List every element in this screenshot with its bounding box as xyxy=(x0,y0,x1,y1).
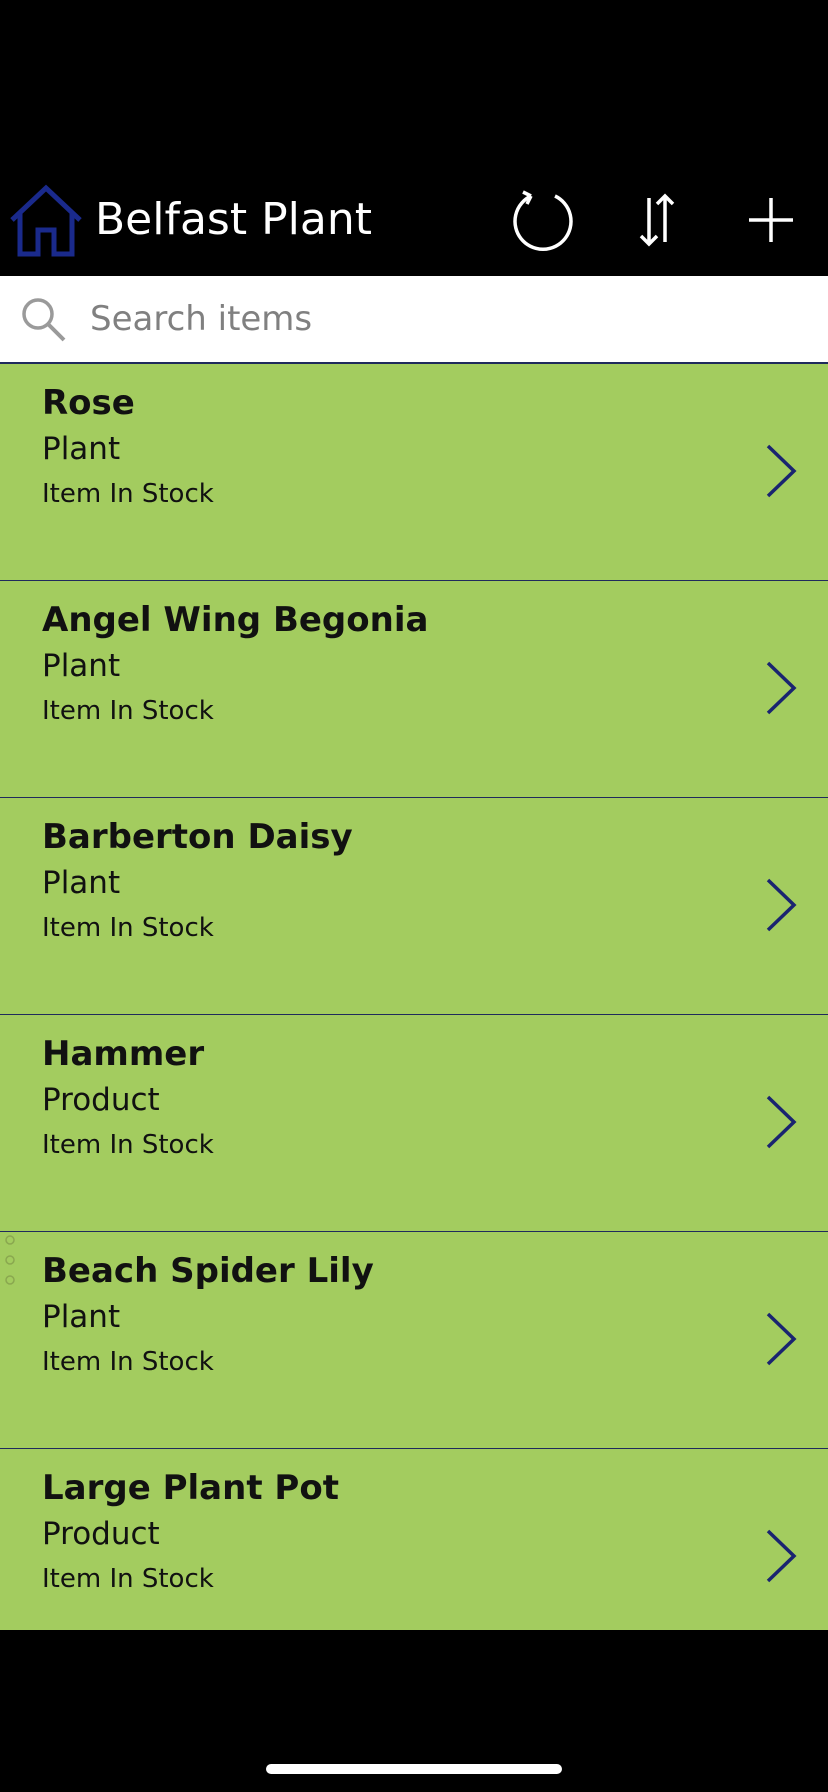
list-item[interactable]: Barberton Daisy Plant Item In Stock xyxy=(0,798,828,1015)
item-title: Large Plant Pot xyxy=(42,1468,339,1508)
sort-icon xyxy=(639,193,675,247)
item-title: Beach Spider Lily xyxy=(42,1251,374,1291)
item-title: Rose xyxy=(42,383,135,423)
drag-handle[interactable] xyxy=(4,1234,16,1286)
list-item[interactable]: Beach Spider Lily Plant Item In Stock xyxy=(0,1232,828,1449)
app-header: Belfast Plant xyxy=(0,160,828,276)
item-category: Product xyxy=(42,1082,160,1118)
chevron-right-icon[interactable] xyxy=(762,442,798,500)
item-title: Hammer xyxy=(42,1034,205,1074)
chevron-right-icon[interactable] xyxy=(762,1310,798,1368)
item-stock-status: Item In Stock xyxy=(42,1130,214,1160)
home-indicator[interactable] xyxy=(266,1764,562,1774)
search-icon xyxy=(22,298,66,342)
item-stock-status: Item In Stock xyxy=(42,696,214,726)
status-bar-area xyxy=(0,0,828,160)
item-stock-status: Item In Stock xyxy=(42,913,214,943)
item-category: Plant xyxy=(42,865,121,901)
add-icon xyxy=(749,198,793,242)
item-category: Plant xyxy=(42,431,121,467)
list-item[interactable]: Rose Plant Item In Stock xyxy=(0,364,828,581)
home-icon xyxy=(10,184,82,257)
sort-button[interactable] xyxy=(623,186,691,254)
item-category: Plant xyxy=(42,1299,121,1335)
chevron-right-icon[interactable] xyxy=(762,659,798,717)
item-title: Angel Wing Begonia xyxy=(42,600,429,640)
chevron-right-icon[interactable] xyxy=(762,876,798,934)
search-input[interactable] xyxy=(90,290,810,348)
add-button[interactable] xyxy=(737,186,805,254)
list-item[interactable]: Angel Wing Begonia Plant Item In Stock xyxy=(0,581,828,798)
item-category: Plant xyxy=(42,648,121,684)
item-category: Product xyxy=(42,1516,160,1552)
chevron-right-icon[interactable] xyxy=(762,1093,798,1151)
refresh-icon xyxy=(513,190,573,251)
items-gallery: Rose Plant Item In Stock Angel Wing Bego… xyxy=(0,364,828,1630)
item-stock-status: Item In Stock xyxy=(42,479,214,509)
search-bar xyxy=(0,276,828,364)
list-item[interactable]: Large Plant Pot Product Item In Stock xyxy=(0,1449,828,1630)
item-stock-status: Item In Stock xyxy=(42,1564,214,1594)
refresh-button[interactable] xyxy=(509,186,577,254)
chevron-right-icon[interactable] xyxy=(762,1527,798,1585)
home-button[interactable] xyxy=(8,182,84,258)
item-stock-status: Item In Stock xyxy=(42,1347,214,1377)
page-title: Belfast Plant xyxy=(95,194,372,245)
list-item[interactable]: Hammer Product Item In Stock xyxy=(0,1015,828,1232)
item-title: Barberton Daisy xyxy=(42,817,353,857)
